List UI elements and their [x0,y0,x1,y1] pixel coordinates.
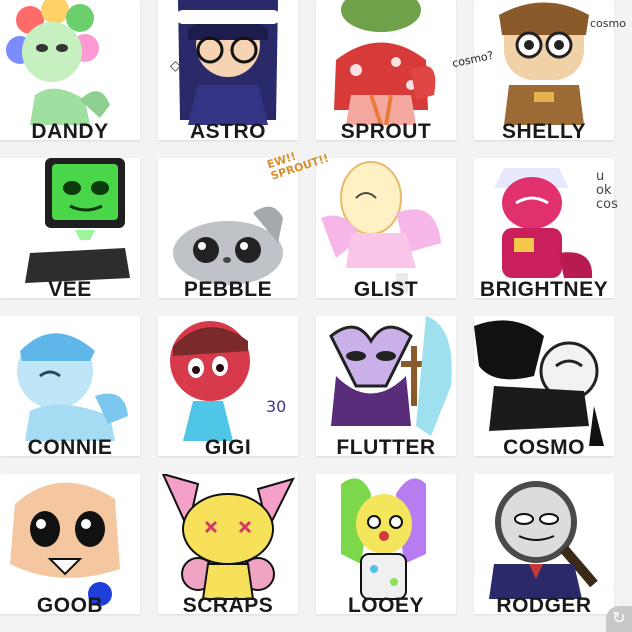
dandy-portrait [6,0,110,125]
rodger-portrait [489,481,598,599]
character-name: GLIST [353,278,419,301]
svg-text:◇: ◇ [170,57,181,73]
brightney-portrait [494,168,593,278]
looey-portrait [341,478,426,600]
scraps-portrait [161,474,295,600]
card-scraps[interactable]: SCRAPS [158,474,298,617]
character-name: GIGI [204,436,252,459]
card-sprout[interactable]: SPROUT [316,0,456,143]
card-cosmo[interactable]: COSMO [474,316,614,459]
astro-portrait: ◇ [170,0,280,125]
card-dandy[interactable]: DANDY [0,0,140,143]
character-name: LOOEY [347,594,424,617]
character-name: COSMO [503,436,585,459]
character-name: ASTRO [190,120,266,143]
character-grid: DANDY ◇ ASTRO SPROUT SHELLY VEE PEBBLE G… [0,0,632,632]
vee-portrait [25,158,130,283]
character-name: RODGER [496,594,592,617]
card-astro[interactable]: ◇ ASTRO [158,0,298,143]
character-name: SCRAPS [182,594,274,617]
card-goob[interactable]: GOOB [0,474,140,617]
glisten-portrait [321,161,441,293]
character-name: DANDY [31,120,109,143]
cosmo-portrait [474,320,604,446]
card-vee[interactable]: VEE [0,158,140,301]
card-rodger[interactable]: RODGER [474,474,614,617]
rotate-icon[interactable]: ↻ [606,606,632,632]
brightney-handwritten-note: u ok cos [596,169,618,212]
connie-portrait [17,333,128,441]
card-gigi[interactable]: GIGI [158,316,298,459]
character-name: FLUTTER [336,436,436,459]
card-glisten[interactable]: GLIST [316,158,456,301]
character-name: PEBBLE [183,278,273,301]
flutter-portrait [329,316,452,436]
sprout-portrait [334,0,436,126]
card-brightney[interactable]: BRIGHTNEY [474,158,614,301]
goob-portrait [10,482,120,606]
card-flutter[interactable]: FLUTTER [316,316,456,459]
cosmo-handwritten-note: cosmo [590,17,626,30]
character-name: GOOB [36,594,104,617]
character-name: VEE [48,278,92,301]
character-name: CONNIE [27,436,113,459]
gigi-portrait [170,321,250,441]
character-name: SPROUT [340,120,432,143]
card-connie[interactable]: CONNIE [0,316,140,459]
card-looey[interactable]: LOOEY [316,474,456,617]
gigi-number-note: 30 [266,397,287,416]
character-name: SHELLY [502,120,586,143]
character-name: BRIGHTNEY [479,278,609,301]
